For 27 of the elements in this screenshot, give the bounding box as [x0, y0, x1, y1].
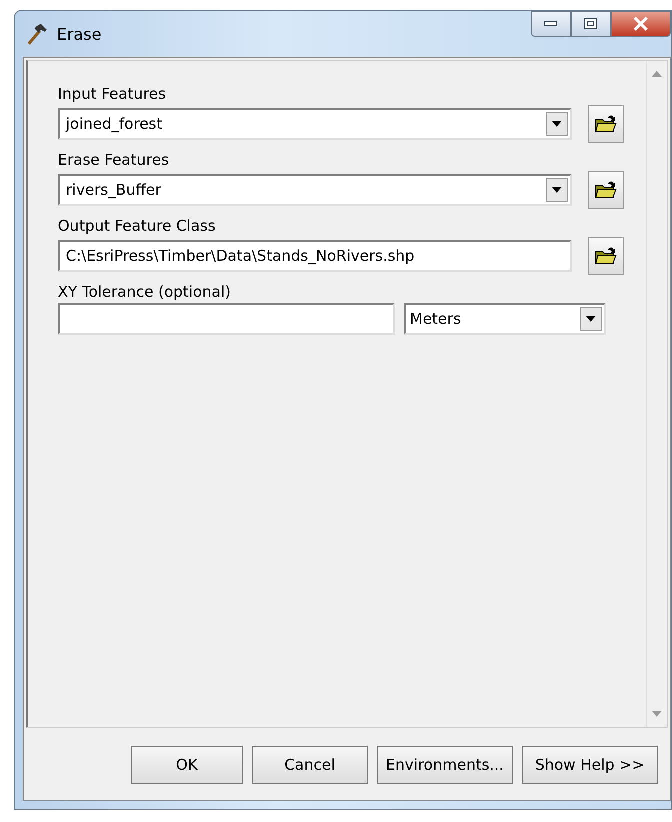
browse-button[interactable] [588, 237, 624, 275]
show-help-button[interactable]: Show Help >> [522, 746, 658, 784]
folder-icon [595, 114, 617, 134]
browse-button[interactable] [588, 171, 624, 209]
ok-button[interactable]: OK [131, 746, 243, 784]
maximize-button[interactable] [571, 11, 611, 37]
parameter-label: Input Features [58, 84, 168, 105]
parameter-label: XY Tolerance (optional) [58, 282, 232, 303]
dropdown-field[interactable]: rivers_Buffer [58, 174, 572, 206]
minimize-icon [544, 21, 558, 27]
unit-dropdown[interactable]: Meters [404, 303, 606, 335]
browse-button[interactable] [588, 105, 624, 143]
dropdown-field[interactable]: joined_forest [58, 108, 572, 140]
cancel-button[interactable]: Cancel [252, 746, 368, 784]
parameter-label: Erase Features [58, 150, 170, 171]
close-icon [633, 17, 649, 31]
input-field[interactable]: C:\EsriPress\Timber\Data\Stands_NoRivers.shp [58, 240, 572, 272]
folder-icon [595, 246, 617, 266]
window-title: Erase [57, 24, 103, 44]
hammer-icon [25, 22, 49, 46]
maximize-icon [584, 18, 598, 30]
parameter-label: Output Feature Class [58, 216, 217, 237]
environments-button[interactable]: Environments... [377, 746, 513, 784]
close-button[interactable] [611, 11, 671, 37]
folder-icon [595, 180, 617, 200]
minimize-button[interactable] [531, 11, 571, 37]
input-field[interactable] [58, 303, 395, 335]
